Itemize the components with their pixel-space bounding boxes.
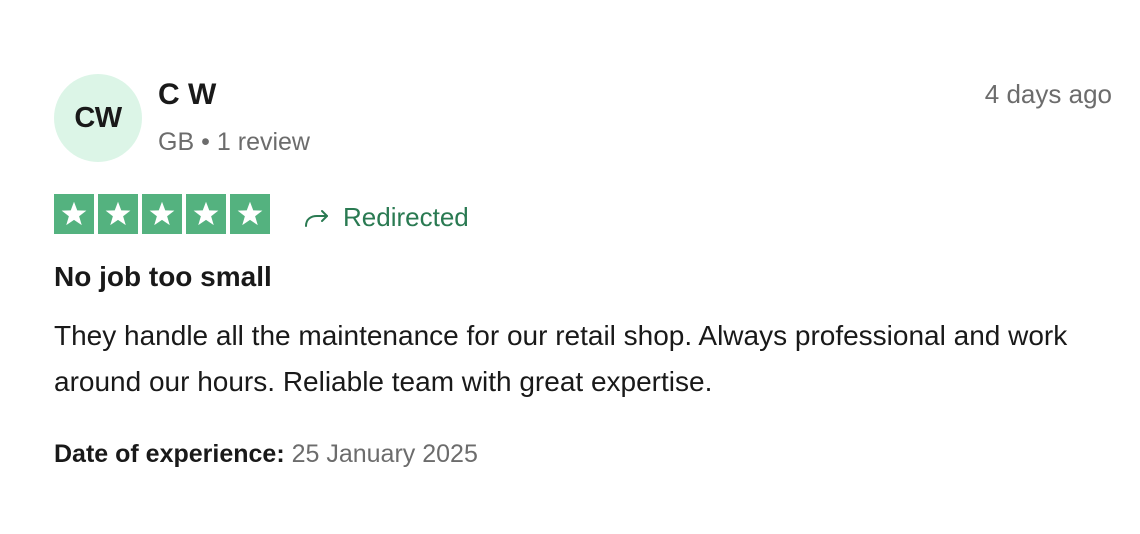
date-of-experience-label: Date of experience: bbox=[54, 440, 285, 468]
redirected-text: Redirected bbox=[343, 202, 469, 232]
star-icon bbox=[230, 194, 270, 234]
star-icon bbox=[142, 194, 182, 234]
redirect-arrow-icon bbox=[303, 203, 331, 237]
review-body: They handle all the maintenance for our … bbox=[54, 320, 1068, 397]
star-icon bbox=[186, 194, 226, 234]
review-title[interactable]: No job too small bbox=[54, 259, 272, 295]
reviewer-review-count: 1 review bbox=[216, 128, 310, 156]
avatar[interactable]: CW bbox=[54, 74, 142, 162]
meta-separator: • bbox=[201, 128, 210, 156]
date-of-experience-value: 25 January 2025 bbox=[291, 440, 478, 468]
reviewer-name[interactable]: C W bbox=[158, 76, 216, 114]
avatar-initials: CW bbox=[74, 101, 122, 134]
redirected-label: Redirected bbox=[303, 197, 469, 237]
star-rating bbox=[54, 194, 270, 234]
review-card: CW C W GB • 1 review 4 days ago Redirect… bbox=[0, 0, 1140, 534]
reviewer-country: GB bbox=[158, 128, 195, 156]
star-icon bbox=[98, 194, 138, 234]
date-of-experience: Date of experience: 25 January 2025 bbox=[54, 437, 478, 471]
review-time-ago: 4 days ago bbox=[984, 79, 1112, 109]
reviewer-meta: GB • 1 review bbox=[158, 125, 310, 159]
star-icon bbox=[54, 194, 94, 234]
